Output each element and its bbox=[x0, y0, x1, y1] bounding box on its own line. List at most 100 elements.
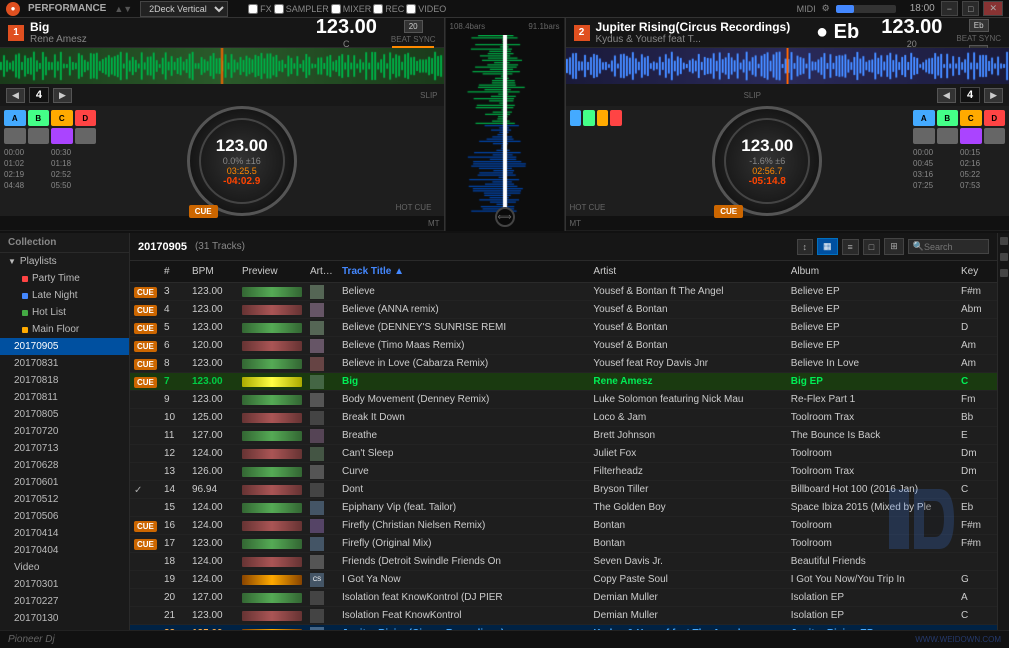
layout-dropdown[interactable]: 2Deck Vertical bbox=[140, 1, 228, 17]
sidebar-item-20170805[interactable]: 20170805 bbox=[0, 406, 129, 423]
cue-pad-5-left[interactable] bbox=[4, 128, 26, 144]
lpad-3-right[interactable] bbox=[597, 110, 609, 126]
close-btn[interactable]: ✕ bbox=[983, 1, 1003, 16]
cue-pad-7-right[interactable] bbox=[960, 128, 982, 144]
mixer-checkbox[interactable]: MIXER bbox=[331, 4, 372, 14]
sidebar-item-20170601[interactable]: 20170601 bbox=[0, 474, 129, 491]
track-row[interactable]: 10 125.00 Break It Down Loco & Jam Toolr… bbox=[130, 409, 997, 427]
sidebar-item-20170831[interactable]: 20170831 bbox=[0, 355, 129, 372]
sidebar-item-20170720[interactable]: 20170720 bbox=[0, 423, 129, 440]
artwork-view-btn[interactable]: ⊞ bbox=[884, 238, 904, 255]
track-row-active[interactable]: CUE 7 123.00 Big Rene Amesz Big EP C bbox=[130, 373, 997, 391]
deck-right-next[interactable]: ▶ bbox=[984, 88, 1003, 103]
track-row[interactable]: 15 124.00 Epiphany Vip (feat. Tailor) Th… bbox=[130, 499, 997, 517]
lpad-2-right[interactable] bbox=[583, 110, 595, 126]
sidebar-item-20170905[interactable]: 20170905 bbox=[0, 338, 129, 355]
fx-checkbox[interactable]: FX bbox=[248, 4, 272, 14]
col-header-preview[interactable]: Preview bbox=[238, 266, 308, 277]
track-row[interactable]: 11 127.00 Breathe Brett Johnson The Boun… bbox=[130, 427, 997, 445]
right-icon-3[interactable] bbox=[1000, 269, 1008, 277]
cue-pad-5-right[interactable] bbox=[913, 128, 935, 144]
grid-view-btn[interactable]: ▦ bbox=[817, 238, 838, 255]
platter-left[interactable]: 123.00 0.0% ±16 03:25.5 -04:02.9 CUE bbox=[187, 106, 297, 216]
search-input[interactable] bbox=[924, 242, 984, 252]
sidebar-item-20170628[interactable]: 20170628 bbox=[0, 457, 129, 474]
sidebar-playlists[interactable]: ▼ Playlists bbox=[0, 253, 129, 270]
window-controls[interactable]: − □ ✕ bbox=[941, 1, 1003, 16]
sidebar-item-20170102[interactable]: 20170102 bbox=[0, 627, 129, 630]
track-row[interactable]: CUE 8 123.00 Believe in Love (Cabarza Re… bbox=[130, 355, 997, 373]
deck-right-platter[interactable]: 123.00 -1.6% ±6 02:56.7 -05:14.8 CUE bbox=[626, 106, 910, 216]
sidebar-item-20170506[interactable]: 20170506 bbox=[0, 508, 129, 525]
track-row[interactable]: CUE 4 123.00 Believe (ANNA remix) Yousef… bbox=[130, 301, 997, 319]
cue-pad-c-right[interactable]: C bbox=[960, 110, 982, 126]
col-header-title[interactable]: Track Title ▲ bbox=[338, 266, 589, 277]
track-row[interactable]: 19 124.00 CS I Got Ya Now Copy Paste Sou… bbox=[130, 571, 997, 589]
sort-btn[interactable]: ↕ bbox=[797, 239, 814, 255]
track-row[interactable]: CUE 16 124.00 Firefly (Christian Nielsen… bbox=[130, 517, 997, 535]
right-icon-2[interactable] bbox=[1000, 253, 1008, 261]
minimize-btn[interactable]: − bbox=[941, 1, 958, 16]
sidebar-item-main-floor[interactable]: Main Floor bbox=[0, 321, 129, 338]
sidebar-item-20170512[interactable]: 20170512 bbox=[0, 491, 129, 508]
cue-pad-d-left[interactable]: D bbox=[75, 110, 97, 126]
key-sync-btn-right[interactable]: Eb bbox=[969, 19, 989, 32]
cue-pad-8-left[interactable] bbox=[75, 128, 97, 144]
video-checkbox[interactable]: VIDEO bbox=[406, 4, 446, 14]
sidebar-item-video[interactable]: Video bbox=[0, 559, 129, 576]
maximize-btn[interactable]: □ bbox=[962, 1, 979, 16]
cue-pad-c-left[interactable]: C bbox=[51, 110, 73, 126]
list-view-btn[interactable]: ≡ bbox=[842, 239, 859, 255]
sidebar-item-20170130[interactable]: 20170130 bbox=[0, 610, 129, 627]
sidebar-item-20170811[interactable]: 20170811 bbox=[0, 389, 129, 406]
track-row[interactable]: 12 124.00 Can't Sleep Juliet Fox Toolroo… bbox=[130, 445, 997, 463]
sidebar-item-20170713[interactable]: 20170713 bbox=[0, 440, 129, 457]
album-view-btn[interactable]: □ bbox=[863, 239, 880, 255]
track-row-highlighted[interactable]: 2 22 125.00 JR Jupiter Rising(Circus Rec… bbox=[130, 625, 997, 630]
rec-checkbox[interactable]: REC bbox=[373, 4, 404, 14]
sidebar-item-20170404[interactable]: 20170404 bbox=[0, 542, 129, 559]
lpad-1-right[interactable] bbox=[570, 110, 582, 126]
track-row[interactable]: 21 123.00 Isolation Feat KnowKontrol Dem… bbox=[130, 607, 997, 625]
sampler-checkbox[interactable]: SAMPLER bbox=[274, 4, 329, 14]
deck-right-prev[interactable]: ◀ bbox=[937, 88, 956, 103]
col-header-bpm[interactable]: BPM bbox=[188, 266, 238, 277]
deck-left-next[interactable]: ▶ bbox=[53, 88, 72, 103]
cue-btn-right[interactable]: CUE bbox=[714, 205, 743, 218]
cue-pad-b-left[interactable]: B bbox=[28, 110, 50, 126]
sidebar-item-20170301[interactable]: 20170301 bbox=[0, 576, 129, 593]
cue-pad-7-left[interactable] bbox=[51, 128, 73, 144]
search-box[interactable]: 🔍 bbox=[908, 239, 989, 254]
sidebar-item-20170227[interactable]: 20170227 bbox=[0, 593, 129, 610]
track-row[interactable]: CUE 5 123.00 Believe (DENNEY'S SUNRISE R… bbox=[130, 319, 997, 337]
platter-right[interactable]: 123.00 -1.6% ±6 02:56.7 -05:14.8 CUE bbox=[712, 106, 822, 216]
cue-pad-8-right[interactable] bbox=[984, 128, 1006, 144]
track-row[interactable]: CUE 17 123.00 Firefly (Original Mix) Bon… bbox=[130, 535, 997, 553]
cue-pad-d-right[interactable]: D bbox=[984, 110, 1006, 126]
cue-pad-6-right[interactable] bbox=[937, 128, 959, 144]
sidebar-item-20170818[interactable]: 20170818 bbox=[0, 372, 129, 389]
col-header-artwork[interactable]: Artwork bbox=[308, 266, 338, 277]
key-sync-btn-left[interactable]: 20 bbox=[404, 20, 423, 33]
cue-btn-left[interactable]: CUE bbox=[189, 205, 218, 218]
track-row[interactable]: CUE 3 123.00 Believe Yousef & Bontan ft … bbox=[130, 283, 997, 301]
cue-pad-b-right[interactable]: B bbox=[937, 110, 959, 126]
col-header-album[interactable]: Album bbox=[787, 266, 957, 277]
track-row[interactable]: ✓ 14 96.94 Dont Bryson Tiller Billboard … bbox=[130, 481, 997, 499]
sidebar-item-late-night[interactable]: Late Night bbox=[0, 287, 129, 304]
deck-left-platter[interactable]: 123.00 0.0% ±16 03:25.5 -04:02.9 CUE bbox=[100, 106, 384, 216]
col-header-key[interactable]: Key bbox=[957, 266, 997, 277]
col-header-artist[interactable]: Artist bbox=[589, 266, 786, 277]
track-row[interactable]: 9 123.00 Body Movement (Denney Remix) Lu… bbox=[130, 391, 997, 409]
sidebar-item-party-time[interactable]: Party Time bbox=[0, 270, 129, 287]
center-sync-btn[interactable]: ⟺ bbox=[495, 207, 515, 227]
track-row[interactable]: CUE 6 120.00 Believe (Timo Maas Remix) Y… bbox=[130, 337, 997, 355]
right-icon-1[interactable] bbox=[1000, 237, 1008, 245]
cue-pad-6-left[interactable] bbox=[28, 128, 50, 144]
deck-left-prev[interactable]: ◀ bbox=[6, 88, 25, 103]
sidebar-item-20170414[interactable]: 20170414 bbox=[0, 525, 129, 542]
col-header-num[interactable]: # bbox=[160, 266, 188, 277]
cue-pad-a-left[interactable]: A bbox=[4, 110, 26, 126]
sidebar-item-hot-list[interactable]: Hot List bbox=[0, 304, 129, 321]
cue-pad-a-right[interactable]: A bbox=[913, 110, 935, 126]
